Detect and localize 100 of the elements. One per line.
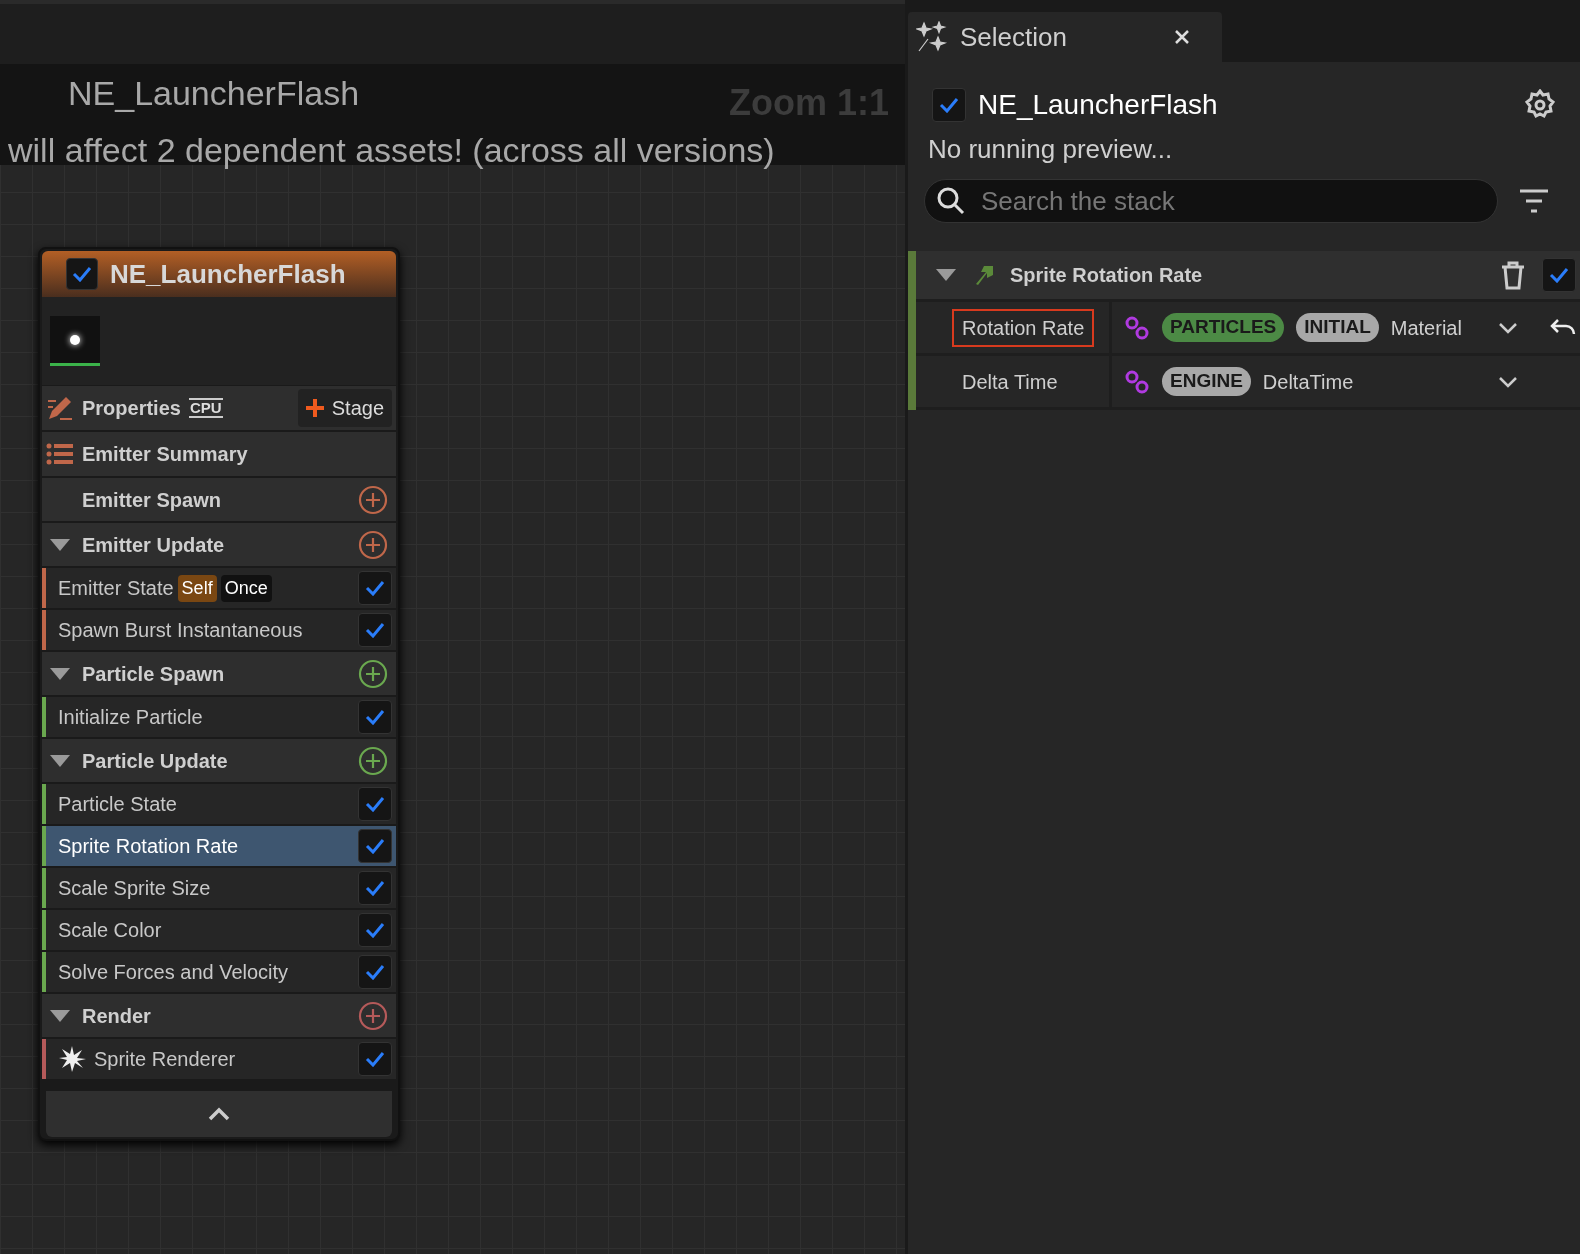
expanded-triangle-icon[interactable] (936, 268, 956, 282)
stage-header[interactable]: Emitter Update (42, 523, 396, 566)
collapse-triangle-icon[interactable] (50, 538, 70, 551)
section-label: Emitter Summary (82, 442, 248, 467)
check-icon (365, 880, 385, 896)
stage-header[interactable]: Particle Update (42, 739, 396, 782)
checkbox[interactable] (932, 88, 966, 122)
add-stage-button[interactable]: Stage (297, 389, 392, 427)
input-value: DeltaTime (1262, 369, 1354, 395)
checkbox[interactable] (358, 613, 392, 647)
add-icon[interactable] (358, 658, 388, 689)
stage-label: Particle Spawn (82, 661, 226, 687)
check-icon (365, 838, 385, 854)
module-label: Particle State (58, 792, 177, 817)
warning-message: will affect 2 dependent assets! (across all versions) (8, 130, 776, 170)
dropdown-chevron-icon[interactable] (1498, 321, 1518, 334)
checkbox[interactable] (358, 700, 392, 734)
module-label: Spawn Burst Instantaneous (58, 618, 303, 643)
preview-status: No running preview... (927, 133, 1174, 166)
check-icon (365, 1051, 385, 1067)
preview-thumbnail (50, 316, 100, 366)
check-icon (365, 622, 385, 638)
stage-header[interactable]: Render (42, 994, 396, 1037)
collapse-triangle-icon[interactable] (50, 667, 70, 680)
module-row[interactable]: Scale Color (42, 910, 396, 950)
tab-title: Selection (960, 20, 1068, 54)
search-icon (936, 186, 966, 216)
checkbox[interactable] (358, 871, 392, 905)
check-icon (365, 796, 385, 812)
namespace-badge: PARTICLES (1162, 313, 1285, 342)
module-title: Sprite Rotation Rate (1010, 263, 1204, 288)
namespace-badge: ENGINE (1162, 367, 1251, 396)
check-icon (1549, 267, 1569, 283)
module-row[interactable]: Sprite Renderer (42, 1039, 396, 1079)
asset-name: NE_LauncherFlash (68, 73, 361, 114)
link-icon[interactable] (1124, 368, 1150, 395)
stage-header[interactable]: Emitter Spawn (42, 478, 396, 521)
checkbox[interactable] (358, 1042, 392, 1076)
properties-label[interactable]: Properties (82, 393, 181, 423)
module-row[interactable]: Emitter State Self Once (42, 568, 396, 608)
emitter-title: NE_LauncherFlash (978, 88, 1219, 122)
node-title: NE_LauncherFlash (110, 257, 346, 291)
stage-label: Particle Update (82, 748, 229, 774)
module-label: Sprite Renderer (94, 1047, 236, 1072)
selection-tab[interactable]: Selection (908, 12, 1222, 62)
stage-header[interactable]: Particle Spawn (42, 652, 396, 695)
checkbox[interactable] (358, 829, 392, 863)
checkbox[interactable] (358, 787, 392, 821)
module-row[interactable]: Particle State (42, 784, 396, 824)
check-icon (365, 580, 385, 596)
stage-label: Render (82, 1003, 152, 1029)
link-icon[interactable] (1124, 314, 1150, 341)
filter-icon[interactable] (1518, 188, 1550, 214)
module-row[interactable]: Solve Forces and Velocity (42, 952, 396, 992)
pencil-icon (46, 395, 74, 421)
module-row[interactable]: Sprite Rotation Rate (42, 826, 396, 866)
module-row[interactable]: Initialize Particle (42, 697, 396, 737)
cpu-label: CPU (188, 398, 223, 418)
checkbox[interactable] (66, 258, 98, 290)
sparkles-icon (916, 21, 948, 53)
chevron-up-icon (208, 1107, 230, 1121)
input-value: Material (1390, 315, 1462, 341)
stage-label: Emitter Spawn (82, 487, 222, 513)
module-header[interactable]: Sprite Rotation Rate (916, 251, 1580, 299)
collapse-triangle-icon[interactable] (50, 754, 70, 767)
module-row[interactable]: Scale Sprite Size (42, 868, 396, 908)
add-icon[interactable] (358, 745, 388, 776)
settings-icon[interactable] (1524, 89, 1556, 121)
search-field[interactable]: Search the stack (924, 179, 1498, 223)
dropdown-chevron-icon[interactable] (1498, 375, 1518, 388)
check-icon (365, 922, 385, 938)
sparkle-icon (58, 1045, 86, 1073)
module-label: Solve Forces and Velocity (58, 960, 289, 985)
namespace-badge: INITIAL (1296, 313, 1379, 342)
input-label: Delta Time (961, 369, 1059, 395)
check-icon (365, 964, 385, 980)
add-icon[interactable] (358, 484, 388, 515)
module-row[interactable]: Spawn Burst Instantaneous (42, 610, 396, 650)
add-icon[interactable] (358, 1000, 388, 1031)
module-tag: Self (177, 574, 217, 602)
checkbox[interactable] (358, 571, 392, 605)
stage-label: Emitter Update (82, 532, 226, 558)
list-icon (46, 443, 74, 465)
module-label: Initialize Particle (58, 705, 203, 730)
module-tag: Once (220, 574, 272, 602)
emitter-summary-row[interactable]: Emitter Summary (42, 432, 396, 476)
module-label: Emitter State (58, 576, 174, 601)
checkbox[interactable] (358, 913, 392, 947)
check-icon (72, 266, 92, 282)
trash-icon[interactable] (1500, 260, 1526, 290)
module-label: Scale Color (58, 918, 162, 943)
add-icon[interactable] (358, 529, 388, 560)
close-icon[interactable] (1174, 29, 1190, 45)
collapse-triangle-icon[interactable] (50, 1009, 70, 1022)
checkbox[interactable] (1542, 258, 1576, 292)
plus-icon (305, 399, 324, 417)
checkbox[interactable] (358, 955, 392, 989)
module-label: Scale Sprite Size (58, 876, 211, 901)
module-label: Sprite Rotation Rate (58, 834, 239, 859)
emitter-node[interactable] (38, 247, 400, 1141)
